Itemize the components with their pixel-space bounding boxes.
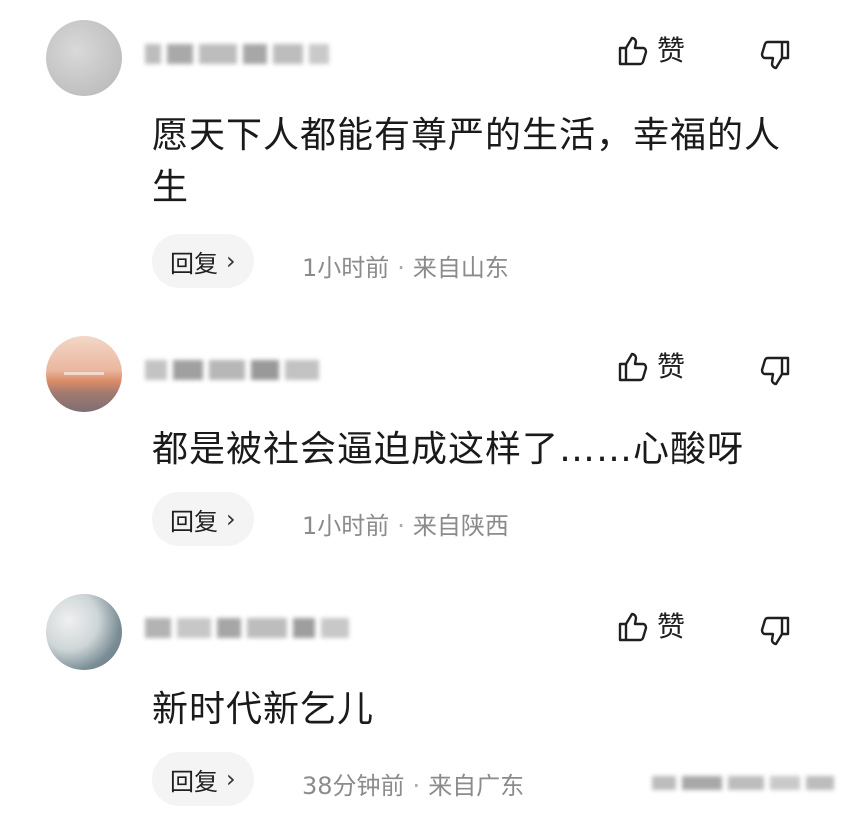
avatar[interactable] xyxy=(46,594,122,670)
blurred-watermark xyxy=(652,768,838,798)
dislike-button[interactable] xyxy=(760,614,794,652)
like-button[interactable]: 赞 xyxy=(617,610,685,644)
reply-label: 回复 xyxy=(170,767,218,796)
comment-item: 赞 新时代新乞儿 回复 › 38分钟前 · 来自广东 xyxy=(0,0,850,816)
separator-dot: · xyxy=(412,772,421,800)
chevron-right-icon: › xyxy=(226,765,236,793)
username-blurred[interactable] xyxy=(145,608,355,648)
comment-time: 38分钟前 xyxy=(302,772,405,800)
reply-button[interactable]: 回复 › xyxy=(152,752,254,806)
comment-text: 新时代新乞儿 xyxy=(152,689,375,730)
thumbs-up-icon xyxy=(618,612,648,642)
comment-meta: 38分钟前 · 来自广东 xyxy=(302,766,524,801)
thumbs-down-icon xyxy=(760,616,790,646)
comment-location: 来自广东 xyxy=(428,772,525,800)
like-label: 赞 xyxy=(657,610,686,643)
